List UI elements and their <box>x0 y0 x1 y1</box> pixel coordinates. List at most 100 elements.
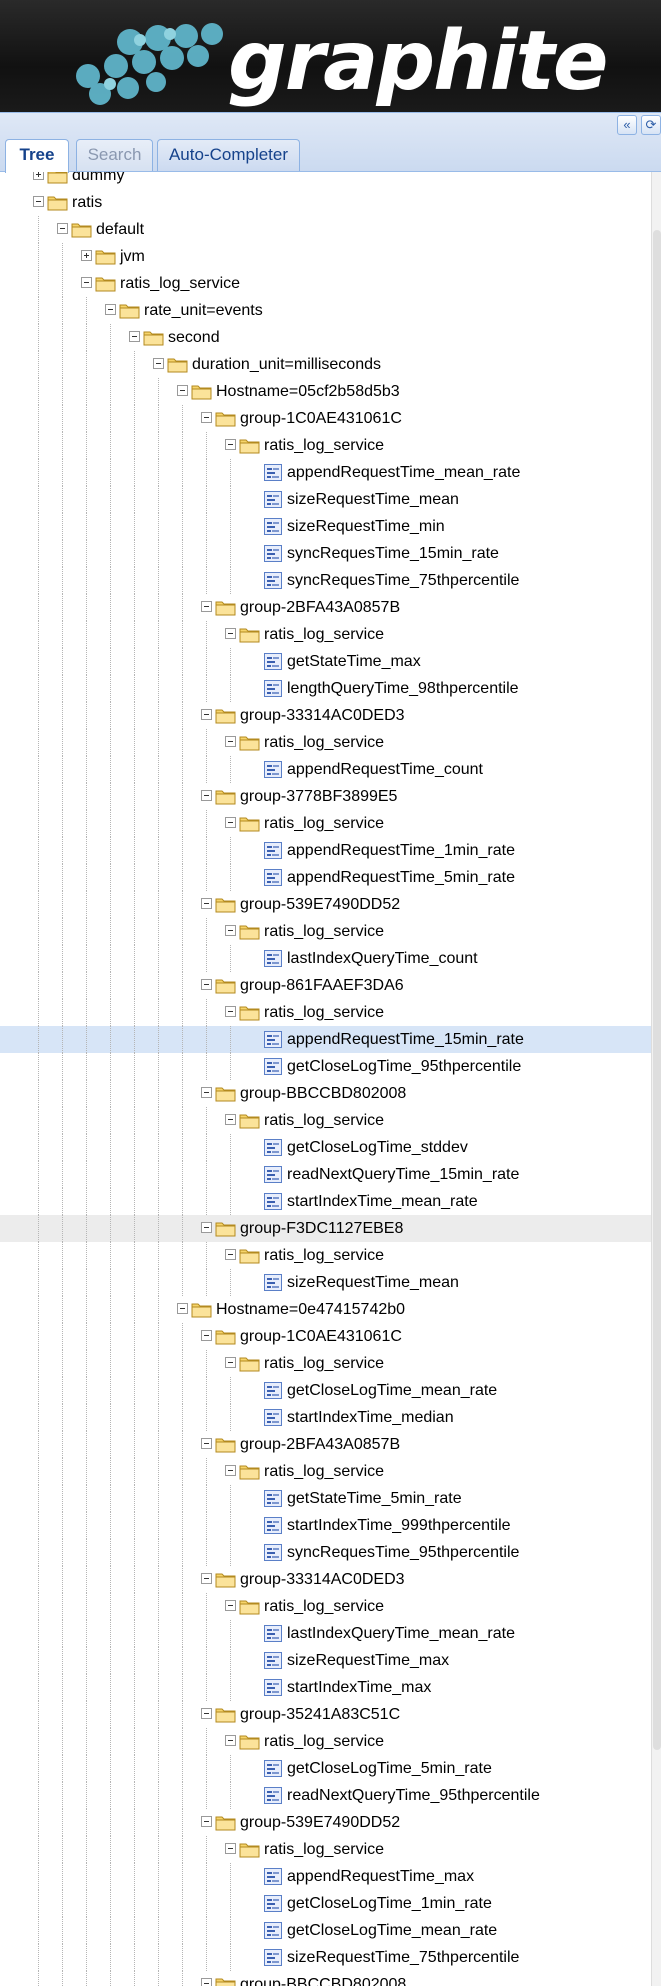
tree-leaf-row[interactable]: sizeRequestTime_min <box>0 513 651 540</box>
collapse-toggle-icon[interactable] <box>225 925 236 936</box>
tree-scrollbar[interactable] <box>651 172 661 1986</box>
tree-folder-row[interactable]: group-539E7490DD52 <box>0 891 651 918</box>
tree-folder-row[interactable]: dummy <box>0 172 651 189</box>
tree-leaf-row[interactable]: lastIndexQueryTime_mean_rate <box>0 1620 651 1647</box>
tree-leaf-row[interactable]: appendRequestTime_15min_rate <box>0 1026 651 1053</box>
tree-folder-row[interactable]: group-861FAAEF3DA6 <box>0 972 651 999</box>
tree-folder-row[interactable]: ratis_log_service <box>0 1728 651 1755</box>
collapse-toggle-icon[interactable] <box>201 601 212 612</box>
tree-folder-row[interactable]: ratis_log_service <box>0 999 651 1026</box>
tree-folder-row[interactable]: group-3778BF3899E5 <box>0 783 651 810</box>
tree-leaf-row[interactable]: appendRequestTime_1min_rate <box>0 837 651 864</box>
tab-tree[interactable]: Tree <box>5 139 69 173</box>
tree-leaf-row[interactable]: startIndexTime_999thpercentile <box>0 1512 651 1539</box>
collapse-toggle-icon[interactable] <box>177 385 188 396</box>
collapse-toggle-icon[interactable] <box>201 1708 212 1719</box>
collapse-toggle-icon[interactable] <box>225 1600 236 1611</box>
collapse-toggle-icon[interactable] <box>201 898 212 909</box>
collapse-toggle-icon[interactable] <box>201 979 212 990</box>
tree-folder-row[interactable]: Hostname=05cf2b58d5b3 <box>0 378 651 405</box>
tree-folder-row[interactable]: jvm <box>0 243 651 270</box>
tree-leaf-row[interactable]: startIndexTime_mean_rate <box>0 1188 651 1215</box>
tree-leaf-row[interactable]: appendRequestTime_max <box>0 1863 651 1890</box>
tree-leaf-row[interactable]: getCloseLogTime_1min_rate <box>0 1890 651 1917</box>
tree-leaf-row[interactable]: getCloseLogTime_5min_rate <box>0 1755 651 1782</box>
collapse-toggle-icon[interactable] <box>201 412 212 423</box>
tree-folder-row[interactable]: rate_unit=events <box>0 297 651 324</box>
collapse-toggle-icon[interactable] <box>225 1843 236 1854</box>
tree-folder-row[interactable]: group-BBCCBD802008 <box>0 1080 651 1107</box>
collapse-toggle-icon[interactable] <box>33 196 44 207</box>
tree-leaf-row[interactable]: appendRequestTime_mean_rate <box>0 459 651 486</box>
tree-leaf-row[interactable]: sizeRequestTime_75thpercentile <box>0 1944 651 1971</box>
tree-folder-row[interactable]: ratis_log_service <box>0 270 651 297</box>
refresh-button[interactable]: ⟳ <box>641 115 661 135</box>
scrollbar-thumb[interactable] <box>653 230 661 1750</box>
collapse-toggle-icon[interactable] <box>81 277 92 288</box>
tree-folder-row[interactable]: ratis_log_service <box>0 1107 651 1134</box>
tree-leaf-row[interactable]: lengthQueryTime_98thpercentile <box>0 675 651 702</box>
tree-leaf-row[interactable]: appendRequestTime_count <box>0 756 651 783</box>
collapse-toggle-icon[interactable] <box>225 1735 236 1746</box>
tree-leaf-row[interactable]: startIndexTime_median <box>0 1404 651 1431</box>
tree-leaf-row[interactable]: syncRequesTime_75thpercentile <box>0 567 651 594</box>
tree-folder-row[interactable]: ratis_log_service <box>0 432 651 459</box>
collapse-toggle-icon[interactable] <box>105 304 116 315</box>
collapse-toggle-icon[interactable] <box>225 439 236 450</box>
tree-leaf-row[interactable]: getCloseLogTime_stddev <box>0 1134 651 1161</box>
tree-folder-row[interactable]: group-2BFA43A0857B <box>0 1431 651 1458</box>
tree-folder-row[interactable]: ratis_log_service <box>0 1242 651 1269</box>
tree-folder-row[interactable]: second <box>0 324 651 351</box>
tree-folder-row[interactable]: ratis_log_service <box>0 918 651 945</box>
collapse-toggle-icon[interactable] <box>129 331 140 342</box>
collapse-toggle-icon[interactable] <box>201 790 212 801</box>
collapse-toggle-icon[interactable] <box>201 1222 212 1233</box>
collapse-toggle-icon[interactable] <box>225 817 236 828</box>
collapse-toggle-icon[interactable] <box>201 1978 212 1986</box>
collapse-toggle-icon[interactable] <box>201 1573 212 1584</box>
tree-leaf-row[interactable]: sizeRequestTime_max <box>0 1647 651 1674</box>
collapse-toggle-icon[interactable] <box>57 223 68 234</box>
tree-folder-row[interactable]: group-2BFA43A0857B <box>0 594 651 621</box>
tab-auto-completer[interactable]: Auto-Completer <box>157 139 300 171</box>
collapse-toggle-icon[interactable] <box>201 1816 212 1827</box>
expand-toggle-icon[interactable] <box>81 250 92 261</box>
collapse-toggle-icon[interactable] <box>201 1087 212 1098</box>
tree-folder-row[interactable]: group-33314AC0DED3 <box>0 702 651 729</box>
tree-folder-row[interactable]: ratis_log_service <box>0 621 651 648</box>
collapse-button[interactable]: « <box>617 115 637 135</box>
tree-leaf-row[interactable]: sizeRequestTime_mean <box>0 1269 651 1296</box>
collapse-toggle-icon[interactable] <box>153 358 164 369</box>
tree-folder-row[interactable]: Hostname=0e47415742b0 <box>0 1296 651 1323</box>
tree-folder-row[interactable]: duration_unit=milliseconds <box>0 351 651 378</box>
collapse-toggle-icon[interactable] <box>225 1465 236 1476</box>
tree-folder-row[interactable]: group-BBCCBD802008 <box>0 1971 651 1986</box>
tree-leaf-row[interactable]: getCloseLogTime_95thpercentile <box>0 1053 651 1080</box>
collapse-toggle-icon[interactable] <box>225 1006 236 1017</box>
tree-folder-row[interactable]: group-35241A83C51C <box>0 1701 651 1728</box>
collapse-toggle-icon[interactable] <box>177 1303 188 1314</box>
collapse-toggle-icon[interactable] <box>225 1249 236 1260</box>
tree-folder-row[interactable]: default <box>0 216 651 243</box>
collapse-toggle-icon[interactable] <box>201 1330 212 1341</box>
collapse-toggle-icon[interactable] <box>225 736 236 747</box>
tree-leaf-row[interactable]: getStateTime_5min_rate <box>0 1485 651 1512</box>
tree-leaf-row[interactable]: syncRequesTime_15min_rate <box>0 540 651 567</box>
expand-toggle-icon[interactable] <box>33 172 44 180</box>
tree-leaf-row[interactable]: readNextQueryTime_95thpercentile <box>0 1782 651 1809</box>
tree-leaf-row[interactable]: syncRequesTime_95thpercentile <box>0 1539 651 1566</box>
tree-folder-row[interactable]: ratis_log_service <box>0 810 651 837</box>
tree-leaf-row[interactable]: sizeRequestTime_mean <box>0 486 651 513</box>
tree-leaf-row[interactable]: startIndexTime_max <box>0 1674 651 1701</box>
tree-folder-row[interactable]: group-539E7490DD52 <box>0 1809 651 1836</box>
tree-folder-row[interactable]: ratis_log_service <box>0 1350 651 1377</box>
tree-leaf-row[interactable]: getCloseLogTime_mean_rate <box>0 1917 651 1944</box>
tree-leaf-row[interactable]: getCloseLogTime_mean_rate <box>0 1377 651 1404</box>
tree-folder-row[interactable]: group-33314AC0DED3 <box>0 1566 651 1593</box>
tree-folder-row[interactable]: ratis <box>0 189 651 216</box>
tree-folder-row[interactable]: ratis_log_service <box>0 729 651 756</box>
tab-search[interactable]: Search <box>76 139 153 171</box>
collapse-toggle-icon[interactable] <box>201 1438 212 1449</box>
tree-leaf-row[interactable]: appendRequestTime_5min_rate <box>0 864 651 891</box>
tree-leaf-row[interactable]: getStateTime_max <box>0 648 651 675</box>
